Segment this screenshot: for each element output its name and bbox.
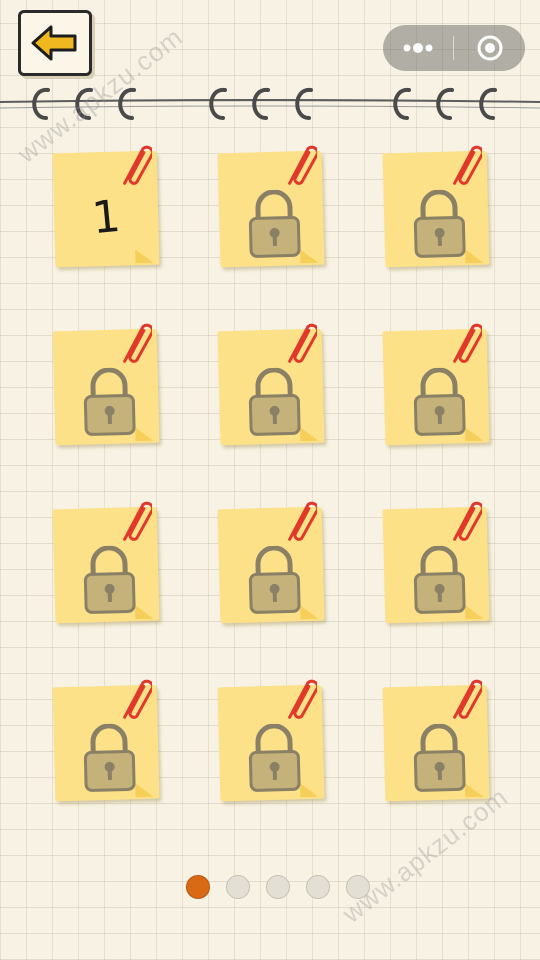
padlock-icon	[248, 367, 301, 436]
spiral-ring	[75, 88, 93, 120]
padlock-icon	[413, 545, 466, 614]
padlock-icon	[83, 723, 136, 792]
close-button[interactable]	[454, 25, 525, 71]
note-corner-fold	[300, 426, 319, 442]
paperclip-icon	[453, 679, 482, 719]
page-dot[interactable]	[306, 875, 330, 899]
level-card-locked[interactable]	[380, 674, 498, 802]
back-button[interactable]	[18, 10, 92, 76]
paperclip-icon	[288, 501, 317, 541]
level-card-locked[interactable]	[215, 674, 333, 802]
note-corner-fold	[135, 782, 154, 798]
paperclip-icon	[123, 323, 152, 363]
level-card-locked[interactable]	[380, 140, 498, 268]
level-card-locked[interactable]	[215, 318, 333, 446]
spiral-ring	[479, 88, 497, 120]
page-dot[interactable]	[266, 875, 290, 899]
level-card-unlocked[interactable]: 1	[50, 140, 168, 268]
level-number: 1	[89, 190, 123, 245]
more-dots-icon	[403, 43, 433, 53]
target-circle-icon	[477, 35, 503, 61]
level-card-locked[interactable]	[380, 496, 498, 624]
paperclip-icon	[453, 501, 482, 541]
note-corner-fold	[465, 604, 484, 620]
paperclip-icon	[123, 145, 152, 185]
padlock-icon	[413, 367, 466, 436]
level-card-locked[interactable]	[50, 496, 168, 624]
paperclip-icon	[288, 323, 317, 363]
page-dot-active[interactable]	[186, 875, 210, 899]
paperclip-icon	[123, 501, 152, 541]
note-corner-fold	[300, 248, 319, 264]
padlock-icon	[83, 367, 136, 436]
page-dot[interactable]	[226, 875, 250, 899]
level-card-locked[interactable]	[215, 496, 333, 624]
page-dot[interactable]	[346, 875, 370, 899]
note-corner-fold	[465, 782, 484, 798]
arrow-left-icon	[31, 25, 77, 61]
paperclip-icon	[288, 679, 317, 719]
note-corner-fold	[135, 248, 154, 264]
spiral-ring	[295, 88, 313, 120]
spiral-ring	[252, 88, 270, 120]
level-card-locked[interactable]	[50, 674, 168, 802]
note-corner-fold	[135, 426, 154, 442]
note-corner-fold	[135, 604, 154, 620]
spiral-ring	[32, 88, 50, 120]
spiral-ring	[118, 88, 136, 120]
padlock-icon	[413, 723, 466, 792]
padlock-icon	[248, 723, 301, 792]
notebook-spiral-binding	[0, 88, 540, 120]
padlock-icon	[83, 545, 136, 614]
paperclip-icon	[288, 145, 317, 185]
note-corner-fold	[465, 248, 484, 264]
note-corner-fold	[300, 782, 319, 798]
spiral-ring	[209, 88, 227, 120]
paperclip-icon	[123, 679, 152, 719]
spiral-ring	[436, 88, 454, 120]
paperclip-icon	[453, 323, 482, 363]
padlock-icon	[248, 189, 301, 258]
more-button[interactable]	[383, 25, 454, 71]
level-card-locked[interactable]	[380, 318, 498, 446]
padlock-icon	[413, 189, 466, 258]
watermark-bottom: www.apkzu.com	[336, 781, 514, 929]
level-card-locked[interactable]	[215, 140, 333, 268]
page-indicator	[0, 875, 540, 899]
note-corner-fold	[300, 604, 319, 620]
note-corner-fold	[465, 426, 484, 442]
miniprogram-capsule	[383, 25, 525, 71]
spiral-ring	[393, 88, 411, 120]
padlock-icon	[248, 545, 301, 614]
paperclip-icon	[453, 145, 482, 185]
level-card-locked[interactable]	[50, 318, 168, 446]
